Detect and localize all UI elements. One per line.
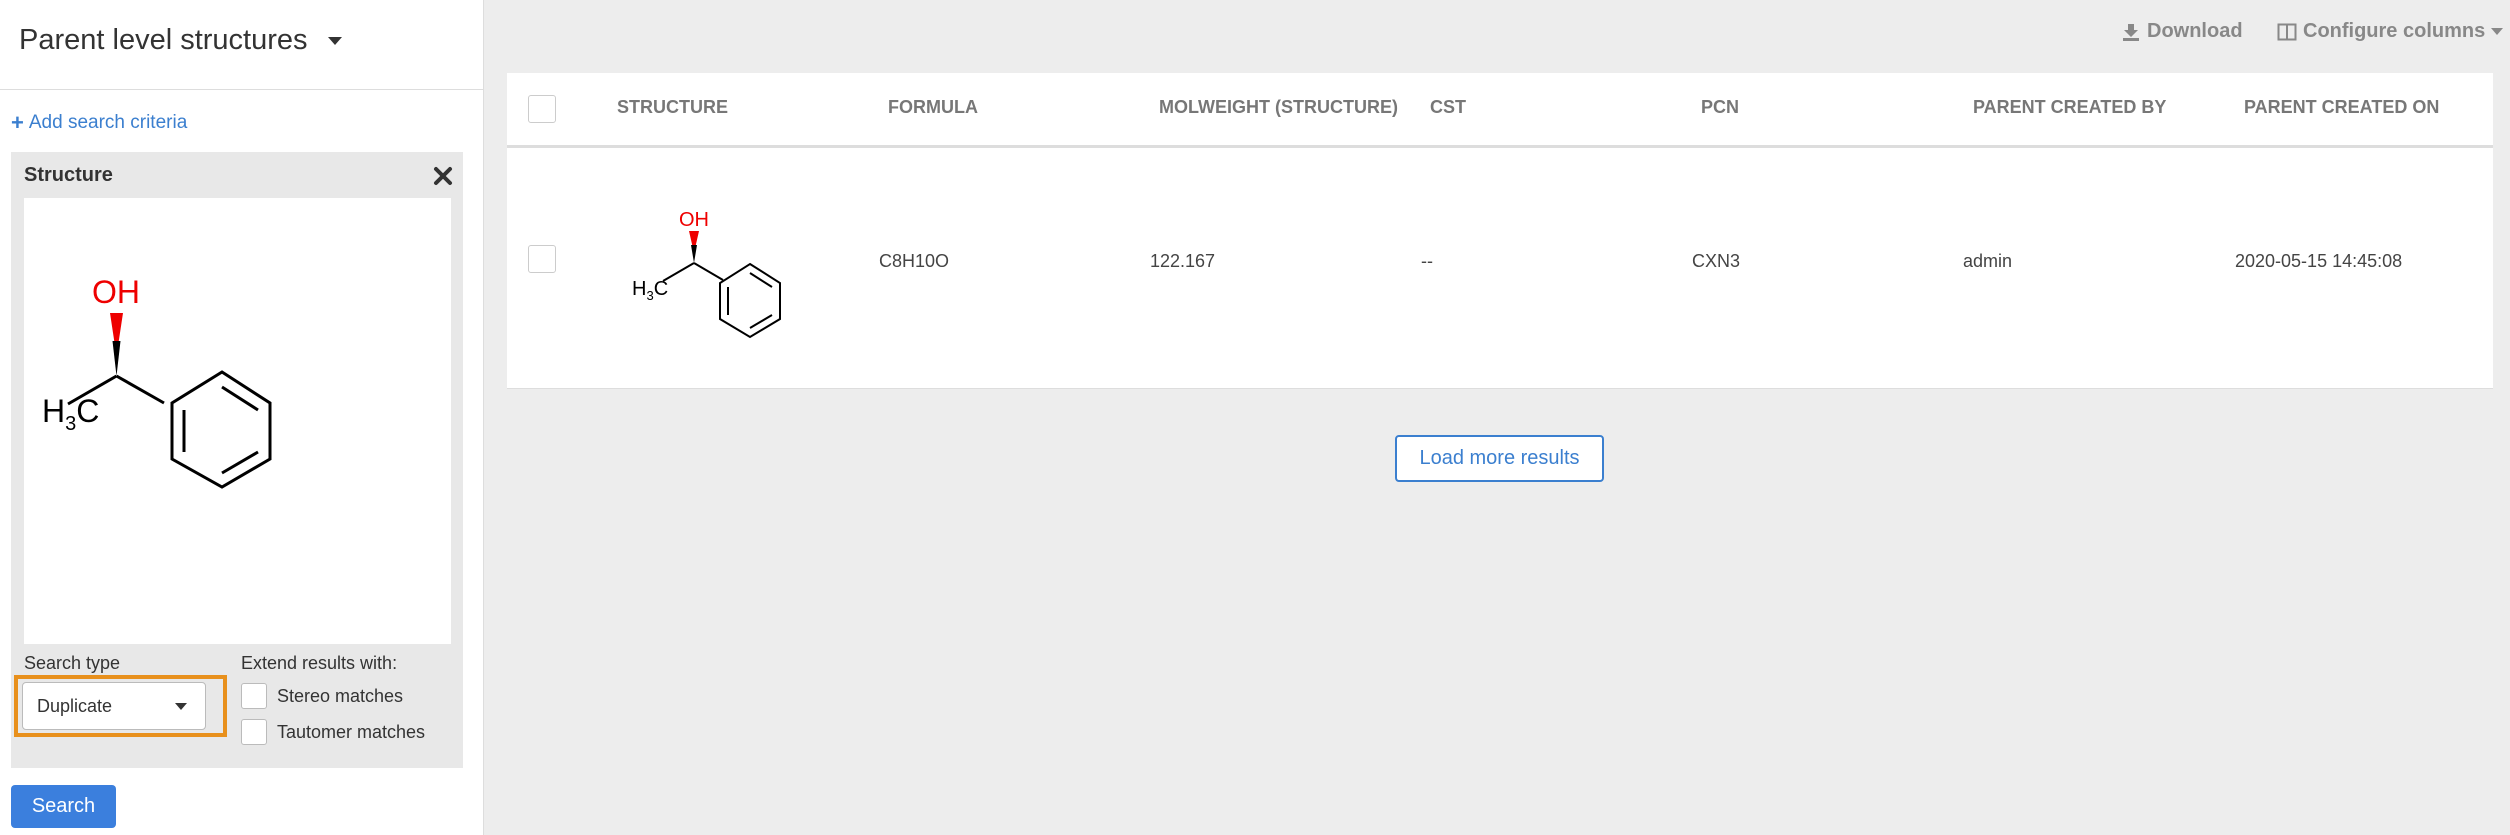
plus-icon: + xyxy=(11,110,24,135)
row-h-label: H xyxy=(632,278,646,300)
benzene-ring xyxy=(170,370,272,489)
search-type-select[interactable]: Duplicate xyxy=(22,682,206,730)
h-label: H xyxy=(42,393,65,429)
download-icon xyxy=(2123,23,2139,41)
c-label: C xyxy=(76,393,99,429)
results-table: STRUCTURE FORMULA MOLWEIGHT (STRUCTURE) … xyxy=(507,73,2493,389)
tautomer-matches-option[interactable]: Tautomer matches xyxy=(241,719,425,745)
row-structure-image: OH H3C xyxy=(632,209,781,339)
column-header-created-on[interactable]: PARENT CREATED ON xyxy=(2244,97,2439,118)
svg-text:H3C: H3C xyxy=(632,278,668,303)
tautomer-matches-checkbox[interactable] xyxy=(241,719,267,745)
molecule-drawing: OH H3C xyxy=(42,274,272,489)
chevron-down-icon xyxy=(175,703,187,710)
column-header-cst[interactable]: CST xyxy=(1430,97,1466,118)
extend-results-label: Extend results with: xyxy=(241,653,398,673)
stereo-matches-checkbox[interactable] xyxy=(241,683,267,709)
bond-ring xyxy=(115,374,165,405)
sidebar-header: Parent level structures xyxy=(0,0,484,90)
stereo-matches-option[interactable]: Stereo matches xyxy=(241,683,403,709)
stereo-matches-label: Stereo matches xyxy=(277,685,404,706)
row-h-subscript: 3 xyxy=(646,288,653,303)
svg-text:H3C: H3C xyxy=(42,393,99,435)
row-checkbox[interactable] xyxy=(528,245,556,273)
search-type-value: Duplicate xyxy=(37,696,113,716)
tautomer-matches-label: Tautomer matches xyxy=(277,721,426,742)
cell-molweight: 122.167 xyxy=(1150,251,1216,271)
page-title: Parent level structures xyxy=(19,24,308,56)
download-button[interactable]: Download xyxy=(2121,20,2243,43)
download-label: Download xyxy=(2147,20,2243,42)
level-dropdown[interactable]: Parent level structures xyxy=(19,24,342,57)
search-type-label: Search type xyxy=(24,653,121,673)
add-search-criteria-link[interactable]: + Add search criteria xyxy=(11,112,187,134)
cell-formula: C8H10O xyxy=(879,251,950,271)
column-header-pcn[interactable]: PCN xyxy=(1701,97,1739,118)
stereo-wedge-black xyxy=(112,341,121,376)
row-c-label: C xyxy=(654,278,668,300)
add-search-criteria-label: Add search criteria xyxy=(28,112,188,133)
table-row[interactable]: OH H3C C8H10O 122.167 -- CXN3 admin 2020… xyxy=(507,151,2493,389)
column-header-created-by[interactable]: PARENT CREATED BY xyxy=(1973,97,2166,118)
criteria-title: Structure xyxy=(24,164,113,186)
load-more-button[interactable]: Load more results xyxy=(1395,435,1604,482)
configure-columns-button[interactable]: Configure columns xyxy=(2277,20,2504,43)
sidebar: Parent level structures + Add search cri… xyxy=(0,0,484,835)
search-button[interactable]: Search xyxy=(11,785,116,828)
h-subscript: 3 xyxy=(65,413,76,435)
column-header-formula[interactable]: FORMULA xyxy=(888,97,978,118)
cell-pcn: CXN3 xyxy=(1692,251,1741,271)
cell-created-by: admin xyxy=(1963,251,2013,271)
structure-editor[interactable]: OH H3C xyxy=(24,198,451,644)
oh-label: OH xyxy=(92,274,140,310)
caret-down-icon xyxy=(327,36,342,45)
row-oh-label: OH xyxy=(679,209,709,231)
cell-created-on: 2020-05-15 14:45:08 xyxy=(2235,251,2403,271)
columns-icon xyxy=(2277,23,2297,40)
caret-down-icon xyxy=(2491,28,2504,35)
close-icon[interactable] xyxy=(432,165,454,187)
cell-cst: -- xyxy=(1421,251,1433,271)
configure-columns-label: Configure columns xyxy=(2303,20,2486,42)
structure-criteria-panel: Structure OH H3C Search type Extend resu… xyxy=(11,152,463,768)
column-header-molweight[interactable]: MOLWEIGHT (STRUCTURE) xyxy=(1159,97,1398,118)
column-header-structure[interactable]: STRUCTURE xyxy=(617,97,728,118)
table-header: STRUCTURE FORMULA MOLWEIGHT (STRUCTURE) … xyxy=(507,73,2493,148)
select-all-checkbox[interactable] xyxy=(528,95,556,123)
